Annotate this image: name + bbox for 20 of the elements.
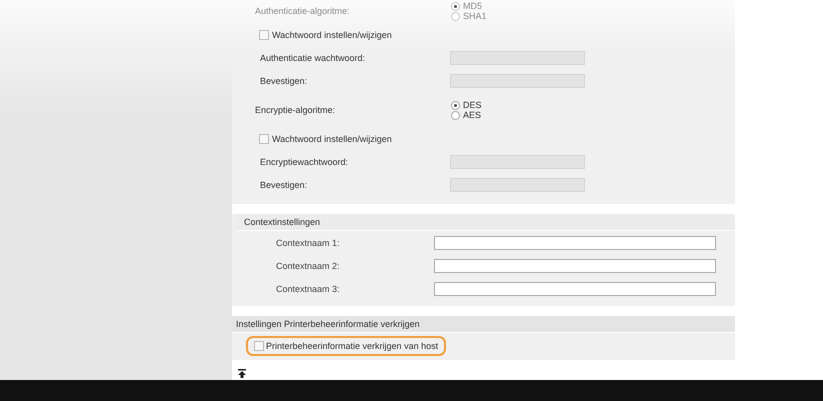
checkbox-option[interactable]: Printerbeheerinformatie verkrijgen van host	[246, 336, 446, 356]
field-label: Encryptie-algoritme:	[255, 105, 336, 115]
radio-option[interactable]: DES	[451, 100, 482, 110]
checkbox-option[interactable]: Wachtwoord instellen/wijzigen	[259, 134, 392, 144]
text-field[interactable]	[434, 236, 716, 250]
radio-option[interactable]: AES	[451, 110, 482, 120]
field-label: Authenticatie wachtwoord:	[259, 52, 366, 62]
section-title: Instellingen Printerbeheerinformatie verkrijgen	[232, 316, 735, 333]
field-label: Contextnaam 1:	[276, 238, 341, 248]
text-field[interactable]	[434, 258, 716, 272]
field-label: Bevestigen:	[259, 76, 308, 86]
field-label: Contextnaam 2:	[276, 260, 341, 270]
back-to-top-icon[interactable]	[238, 369, 246, 378]
field-label: Authenticatie-algoritme:	[255, 6, 351, 16]
section-title: Contextinstellingen	[236, 214, 735, 231]
field-label: Encryptiewachtwoord:	[259, 156, 350, 166]
field-label: Contextnaam 3:	[276, 284, 341, 294]
field-label: Bevestigen:	[259, 180, 308, 190]
text-field[interactable]	[434, 282, 716, 296]
checkbox-option[interactable]: Wachtwoord instellen/wijzigen	[259, 30, 392, 40]
